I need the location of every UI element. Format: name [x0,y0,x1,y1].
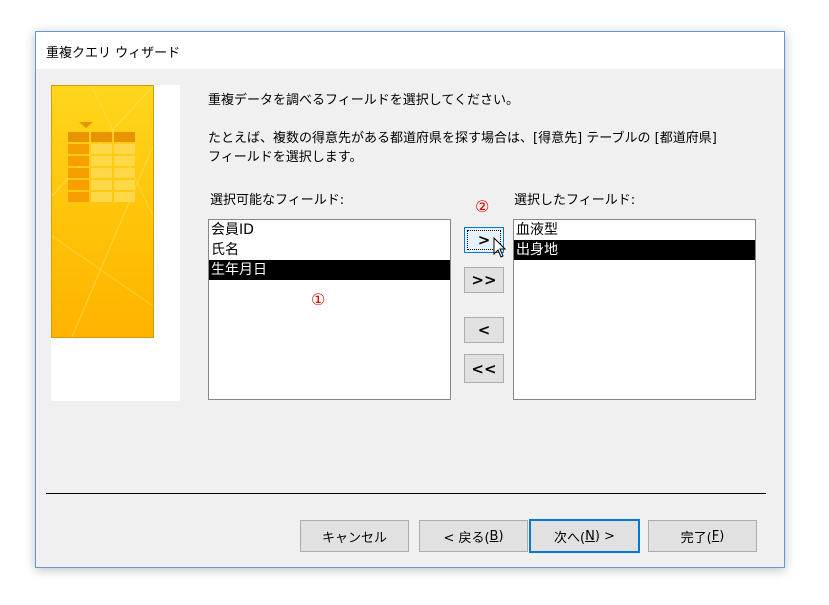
selected-fields-list[interactable]: 血液型 出身地 [513,219,756,400]
back-button[interactable]: < 戻る(B) [419,520,528,552]
selected-fields-label: 選択したフィールド: [514,193,636,208]
instruction-line-2: たとえば、複数の得意先がある都道府県を探す場合は、[得意先] テーブルの [都道… [208,131,717,146]
instruction-line-3: フィールドを選択します。 [208,150,363,165]
remove-all-fields-button[interactable]: << [464,354,504,383]
finish-access-key: F [711,528,720,544]
finish-button[interactable]: 完了(F) [648,520,757,552]
finish-button-label-end: ) [719,528,725,544]
available-fields-label: 選択可能なフィールド: [210,193,345,208]
list-item[interactable]: 血液型 [514,220,755,240]
list-item[interactable]: 会員ID [209,220,450,240]
next-button-label-end: ) > [594,528,615,544]
list-item[interactable]: 出身地 [514,240,755,260]
mouse-pointer-icon [493,237,507,258]
annotation-mark-1: ① [311,290,326,309]
back-button-label: < 戻る( [443,530,490,546]
window-title: 重複クエリ ウィザード [46,46,181,61]
add-all-fields-button[interactable]: >> [464,267,504,293]
footer-separator [46,493,766,494]
query-wizard-dialog: 重複クエリ ウィザード 重複データを調べるフィールドを選択してください。 たとえ… [35,31,785,568]
next-access-key: N [585,528,595,544]
list-item[interactable]: 生年月日 [209,260,450,280]
back-button-label-end: ) [498,528,504,544]
available-fields-list[interactable]: 会員ID 氏名 生年月日 [208,219,451,400]
next-button-label: 次へ( [554,530,586,546]
instruction-line-1: 重複データを調べるフィールドを選択してください。 [208,93,519,108]
remove-field-button[interactable]: < [464,317,504,343]
cancel-button[interactable]: キャンセル [300,520,409,552]
finish-button-label: 完了( [680,530,712,546]
list-item[interactable]: 氏名 [209,240,450,260]
back-access-key: B [489,528,499,544]
table-grid-icon [51,85,154,338]
table-illustration [51,85,154,338]
next-button[interactable]: 次へ(N) > [529,519,640,553]
title-bar[interactable]: 重複クエリ ウィザード [36,32,784,69]
annotation-mark-2: ② [475,197,490,216]
wizard-illustration-panel [51,85,180,401]
